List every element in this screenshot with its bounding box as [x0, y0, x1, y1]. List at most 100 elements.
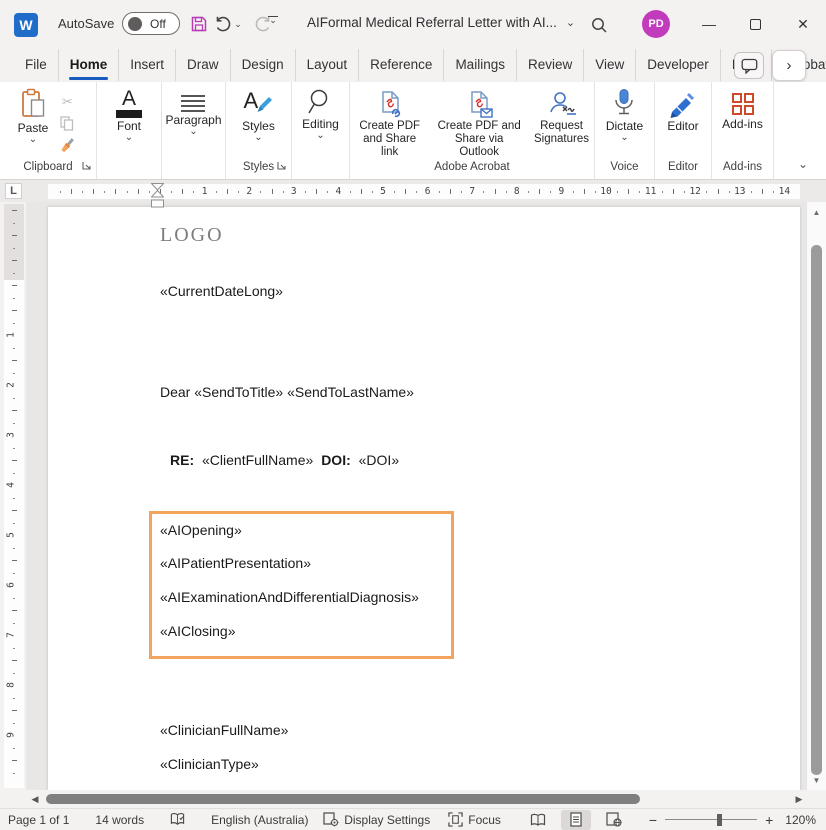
- scroll-left-arrow[interactable]: ◀: [28, 792, 42, 806]
- ruler-dot: [550, 191, 551, 193]
- ruler-number: 12: [689, 186, 700, 197]
- close-button[interactable]: ✕: [788, 13, 818, 35]
- avatar[interactable]: PD: [642, 10, 670, 38]
- ruler-dot: [439, 191, 440, 193]
- search-icon: [590, 16, 608, 34]
- re-line[interactable]: RE: «ClientFullName» DOI: «DOI»: [170, 452, 399, 468]
- styles-dialog-launcher[interactable]: [277, 160, 286, 175]
- tab-stop-selector[interactable]: L: [5, 183, 22, 199]
- editor-button[interactable]: Editor: [667, 92, 698, 133]
- merge-field-current-date[interactable]: «CurrentDateLong»: [160, 283, 283, 299]
- language-indicator[interactable]: English (Australia): [211, 813, 308, 827]
- ai-fields-highlight-box[interactable]: «AIOpening» «AIPatientPresentation» «AIE…: [149, 511, 454, 659]
- indent-marker[interactable]: [151, 183, 164, 209]
- tab-draw[interactable]: Draw: [175, 49, 230, 81]
- title-dropdown-chevron: ⌄: [566, 16, 575, 29]
- ruler-dot: [104, 191, 105, 193]
- editing-chevron: ⌄: [316, 132, 324, 140]
- styles-menu-button[interactable]: A Styles ⌄: [242, 88, 275, 142]
- request-signatures-button[interactable]: Request Signatures: [534, 90, 589, 146]
- zoom-level[interactable]: 120%: [785, 813, 816, 827]
- zoom-in-button[interactable]: +: [765, 812, 773, 828]
- merge-field-clinician-fullname[interactable]: «ClinicianFullName»: [160, 722, 288, 738]
- page-indicator[interactable]: Page 1 of 1: [8, 813, 69, 827]
- horizontal-scrollbar[interactable]: ◀ ▶: [0, 790, 826, 808]
- merge-field-ai-patient-presentation[interactable]: «AIPatientPresentation»: [160, 555, 311, 571]
- font-menu-button[interactable]: A Font ⌄: [114, 88, 144, 142]
- ruler-dot: [13, 223, 15, 224]
- undo-dropdown-chevron[interactable]: ⌄: [232, 12, 244, 36]
- tab-file[interactable]: File: [14, 49, 58, 81]
- tab-view[interactable]: View: [583, 49, 635, 81]
- clipboard-dialog-launcher[interactable]: [82, 160, 91, 175]
- addins-button[interactable]: Add-ins: [722, 92, 763, 131]
- autosave-toggle[interactable]: Off: [122, 12, 180, 35]
- salutation-line[interactable]: Dear «SendToTitle» «SendToLastName»: [160, 384, 414, 400]
- zoom-slider-handle[interactable]: [717, 814, 722, 826]
- horizontal-scroll-thumb[interactable]: [46, 794, 640, 804]
- tab-review[interactable]: Review: [516, 49, 583, 81]
- scroll-up-arrow[interactable]: ▲: [807, 204, 826, 220]
- ruler-number: 6: [5, 582, 16, 588]
- format-painter-button[interactable]: [56, 136, 78, 155]
- editing-menu-button[interactable]: Editing ⌄: [302, 88, 339, 140]
- title-bar: W AutoSave Off ⌄ ⌄ AIFormal Medical Refe…: [0, 0, 826, 48]
- zoom-out-button[interactable]: −: [649, 812, 657, 828]
- web-layout-button[interactable]: [599, 810, 629, 830]
- word-count[interactable]: 14 words: [95, 813, 144, 827]
- ruler-dot: [751, 191, 752, 193]
- addins-group: Add-ins Add-ins: [712, 82, 774, 179]
- ruler-dot: [13, 273, 15, 274]
- collapse-ribbon-chevron[interactable]: ⌄: [798, 157, 808, 171]
- merge-field-clinician-type[interactable]: «ClinicianType»: [160, 756, 259, 772]
- comments-button[interactable]: [734, 52, 764, 79]
- voice-group: Dictate ⌄ Voice: [595, 82, 655, 179]
- word-app-icon[interactable]: W: [14, 13, 38, 37]
- minimize-button[interactable]: —: [694, 13, 724, 35]
- scroll-down-arrow[interactable]: ▼: [807, 772, 826, 788]
- paragraph-menu-button[interactable]: Paragraph ⌄: [165, 88, 221, 136]
- maximize-button[interactable]: [740, 13, 770, 35]
- document-page[interactable]: LOGO «CurrentDateLong» Dear «SendToTitle…: [48, 207, 800, 790]
- tab-layout[interactable]: Layout: [295, 49, 359, 81]
- vertical-ruler[interactable]: 123456789: [4, 202, 24, 790]
- zoom-slider[interactable]: [665, 810, 757, 830]
- merge-field-ai-examination[interactable]: «AIExaminationAndDifferentialDiagnosis»: [160, 589, 419, 605]
- tab-reference[interactable]: Reference: [358, 49, 443, 81]
- share-button[interactable]: ›: [772, 50, 806, 81]
- vertical-scrollbar[interactable]: ▲ ▼: [806, 202, 826, 790]
- document-title[interactable]: AIFormal Medical Referral Letter with AI…: [307, 15, 575, 30]
- cut-button[interactable]: ✂: [56, 92, 78, 111]
- tab-developer[interactable]: Developer: [635, 49, 720, 81]
- scroll-right-arrow[interactable]: ▶: [792, 792, 806, 806]
- quick-access-toolbar-more-button[interactable]: ⌄: [266, 16, 280, 24]
- print-layout-button[interactable]: [561, 810, 591, 830]
- undo-icon: [214, 16, 232, 32]
- ruler-number: 14: [779, 186, 790, 197]
- paste-label: Paste: [18, 121, 49, 135]
- tab-mailings[interactable]: Mailings: [443, 49, 516, 81]
- document-title-text: AIFormal Medical Referral Letter with AI…: [307, 15, 557, 30]
- ruler-dot: [506, 191, 507, 193]
- dictate-button[interactable]: Dictate ⌄: [606, 88, 643, 142]
- focus-button[interactable]: Focus: [448, 812, 501, 827]
- tab-home[interactable]: Home: [58, 49, 119, 81]
- create-pdf-share-link-button[interactable]: Create PDF and Share link: [355, 90, 424, 159]
- search-button[interactable]: [586, 13, 612, 37]
- vertical-scroll-thumb[interactable]: [811, 245, 822, 775]
- ruler-dot: [13, 298, 15, 299]
- copy-button[interactable]: [56, 114, 78, 133]
- ruler-dot: [706, 191, 707, 193]
- save-button[interactable]: [186, 12, 212, 36]
- ruler-dot: [13, 623, 15, 624]
- read-mode-button[interactable]: [523, 810, 553, 830]
- proofing-status[interactable]: [170, 812, 185, 827]
- paste-button[interactable]: Paste ⌄: [18, 88, 49, 144]
- ruler-tick: [12, 410, 17, 411]
- tab-insert[interactable]: Insert: [118, 49, 175, 81]
- create-pdf-outlook-button[interactable]: Create PDF and Share via Outlook: [434, 90, 524, 159]
- display-settings-button[interactable]: Display Settings: [323, 812, 430, 827]
- merge-field-ai-closing[interactable]: «AIClosing»: [160, 623, 236, 639]
- tab-design[interactable]: Design: [230, 49, 295, 81]
- merge-field-ai-opening[interactable]: «AIOpening»: [160, 522, 242, 538]
